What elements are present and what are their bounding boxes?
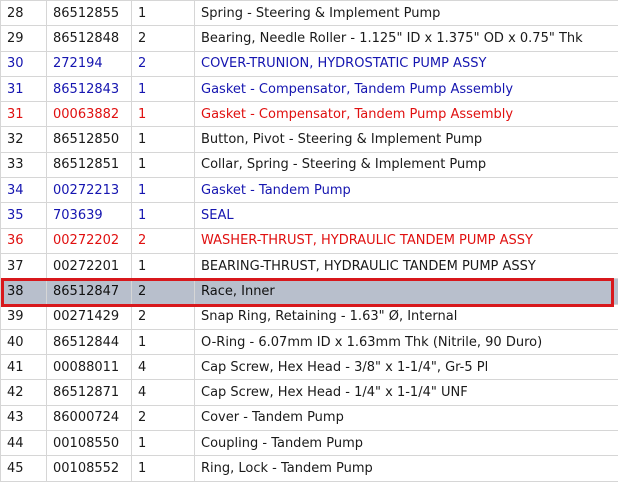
part-number-cell[interactable]: 00063882 [47,102,132,127]
qty-cell: 1 [132,102,195,127]
ref-cell: 42 [1,380,47,405]
part-number-cell[interactable]: 86512855 [47,1,132,26]
table-row[interactable]: 31865128431Gasket - Compensator, Tandem … [1,76,618,101]
part-number-cell[interactable]: 86512847 [47,279,132,304]
table-row[interactable]: 37002722011BEARING-THRUST, HYDRAULIC TAN… [1,253,618,278]
description-cell: Gasket - Tandem Pump [195,178,618,203]
table-row[interactable]: 39002714292Snap Ring, Retaining - 1.63" … [1,304,618,329]
ref-cell: 32 [1,127,47,152]
qty-cell: 1 [132,152,195,177]
part-number-cell[interactable]: 86512871 [47,380,132,405]
table-row[interactable]: 44001085501Coupling - Tandem Pump [1,431,618,456]
part-number-cell[interactable]: 86512844 [47,329,132,354]
qty-cell: 1 [132,203,195,228]
description-cell: Snap Ring, Retaining - 1.63" Ø, Internal [195,304,618,329]
qty-cell: 4 [132,355,195,380]
qty-cell: 2 [132,405,195,430]
ref-cell: 31 [1,76,47,101]
table-row[interactable]: 28865128551Spring - Steering & Implement… [1,1,618,26]
description-cell: Spring - Steering & Implement Pump [195,1,618,26]
description-cell: Cap Screw, Hex Head - 3/8" x 1-1/4", Gr-… [195,355,618,380]
description-cell: COVER-TRUNION, HYDROSTATIC PUMP ASSY [195,51,618,76]
ref-cell: 28 [1,1,47,26]
table-row[interactable]: 302721942COVER-TRUNION, HYDROSTATIC PUMP… [1,51,618,76]
description-cell: Cover - Tandem Pump [195,405,618,430]
qty-cell: 1 [132,1,195,26]
qty-cell: 2 [132,228,195,253]
part-number-cell[interactable]: 00088011 [47,355,132,380]
table-row[interactable]: 31000638821Gasket - Compensator, Tandem … [1,102,618,127]
part-number-cell[interactable]: 00272213 [47,178,132,203]
description-cell: Gasket - Compensator, Tandem Pump Assemb… [195,102,618,127]
table-row[interactable]: 32865128501Button, Pivot - Steering & Im… [1,127,618,152]
description-cell: Cap Screw, Hex Head - 1/4" x 1-1/4" UNF [195,380,618,405]
table-row[interactable]: 357036391SEAL [1,203,618,228]
ref-cell: 30 [1,51,47,76]
parts-table: 28865128551Spring - Steering & Implement… [0,0,618,482]
qty-cell: 2 [132,26,195,51]
table-row[interactable]: 40865128441O-Ring - 6.07mm ID x 1.63mm T… [1,329,618,354]
qty-cell: 1 [132,329,195,354]
part-number-cell[interactable]: 00108552 [47,456,132,481]
table-row-selected[interactable]: 38865128472Race, Inner [1,279,618,304]
description-cell: SEAL [195,203,618,228]
ref-cell: 44 [1,431,47,456]
table-row[interactable]: 33865128511Collar, Spring - Steering & I… [1,152,618,177]
description-cell: Collar, Spring - Steering & Implement Pu… [195,152,618,177]
ref-cell: 39 [1,304,47,329]
part-number-cell[interactable]: 86512850 [47,127,132,152]
table-row[interactable]: 42865128714Cap Screw, Hex Head - 1/4" x … [1,380,618,405]
qty-cell: 1 [132,178,195,203]
ref-cell: 33 [1,152,47,177]
ref-cell: 29 [1,26,47,51]
description-cell: WASHER-THRUST, HYDRAULIC TANDEM PUMP ASS… [195,228,618,253]
description-cell: Button, Pivot - Steering & Implement Pum… [195,127,618,152]
part-number-cell[interactable]: 86000724 [47,405,132,430]
qty-cell: 1 [132,431,195,456]
ref-cell: 35 [1,203,47,228]
part-number-cell[interactable]: 00272202 [47,228,132,253]
description-cell: Race, Inner [195,279,618,304]
parts-table-body: 28865128551Spring - Steering & Implement… [1,1,618,482]
description-cell: Gasket - Compensator, Tandem Pump Assemb… [195,76,618,101]
description-cell: Ring, Lock - Tandem Pump [195,456,618,481]
description-cell: Bearing, Needle Roller - 1.125" ID x 1.3… [195,26,618,51]
qty-cell: 2 [132,304,195,329]
description-cell: O-Ring - 6.07mm ID x 1.63mm Thk (Nitrile… [195,329,618,354]
ref-cell: 38 [1,279,47,304]
qty-cell: 1 [132,76,195,101]
table-row[interactable]: 36002722022WASHER-THRUST, HYDRAULIC TAND… [1,228,618,253]
part-number-cell[interactable]: 703639 [47,203,132,228]
ref-cell: 34 [1,178,47,203]
table-row[interactable]: 29865128482Bearing, Needle Roller - 1.12… [1,26,618,51]
part-number-cell[interactable]: 86512843 [47,76,132,101]
ref-cell: 41 [1,355,47,380]
table-row[interactable]: 43860007242Cover - Tandem Pump [1,405,618,430]
ref-cell: 40 [1,329,47,354]
qty-cell: 2 [132,279,195,304]
ref-cell: 43 [1,405,47,430]
qty-cell: 1 [132,127,195,152]
description-cell: Coupling - Tandem Pump [195,431,618,456]
part-number-cell[interactable]: 272194 [47,51,132,76]
description-cell: BEARING-THRUST, HYDRAULIC TANDEM PUMP AS… [195,253,618,278]
qty-cell: 4 [132,380,195,405]
part-number-cell[interactable]: 86512848 [47,26,132,51]
ref-cell: 37 [1,253,47,278]
table-row[interactable]: 41000880114Cap Screw, Hex Head - 3/8" x … [1,355,618,380]
table-row[interactable]: 45001085521Ring, Lock - Tandem Pump [1,456,618,481]
part-number-cell[interactable]: 00272201 [47,253,132,278]
qty-cell: 2 [132,51,195,76]
part-number-cell[interactable]: 86512851 [47,152,132,177]
ref-cell: 36 [1,228,47,253]
qty-cell: 1 [132,253,195,278]
ref-cell: 31 [1,102,47,127]
qty-cell: 1 [132,456,195,481]
ref-cell: 45 [1,456,47,481]
table-row[interactable]: 34002722131Gasket - Tandem Pump [1,178,618,203]
part-number-cell[interactable]: 00108550 [47,431,132,456]
part-number-cell[interactable]: 00271429 [47,304,132,329]
